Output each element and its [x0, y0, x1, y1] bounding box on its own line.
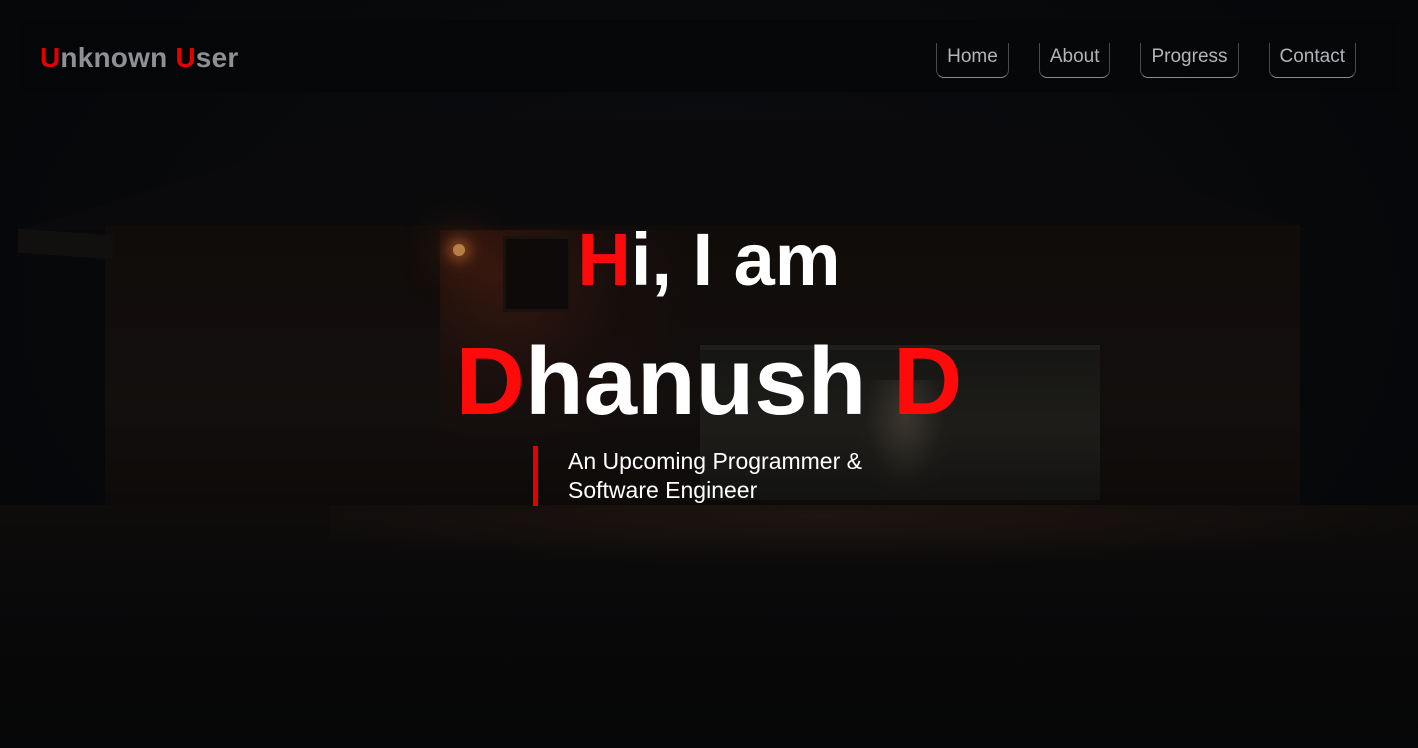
navbar: Unknown User Home About Progress Contact: [20, 20, 1398, 92]
name-last-initial: D: [893, 328, 963, 435]
nav-link-progress[interactable]: Progress: [1140, 43, 1239, 78]
hero-tagline: An Upcoming Programmer & Software Engine…: [568, 447, 908, 505]
name-first-initial: D: [455, 328, 525, 435]
brand-word-second: ser: [195, 42, 239, 73]
hero-greeting: Hi, I am: [0, 218, 1418, 302]
tagline-line-1: An Upcoming Programmer &: [568, 448, 862, 474]
greeting-rest: i, I am: [630, 218, 841, 301]
main-nav: Home About Progress Contact: [936, 43, 1356, 78]
greeting-initial: H: [577, 218, 631, 301]
brand-initial-second: U: [175, 42, 196, 73]
name-first-rest: hanush: [524, 328, 867, 435]
tagline-accent-bar: [533, 446, 538, 506]
hero-name: Dhanush D: [0, 330, 1418, 434]
nav-link-home[interactable]: Home: [936, 43, 1009, 78]
nav-link-contact[interactable]: Contact: [1268, 43, 1356, 78]
brand-logo[interactable]: Unknown User: [40, 41, 238, 75]
brand-word-first: nknown: [60, 42, 168, 73]
nav-link-about[interactable]: About: [1038, 43, 1111, 78]
brand-initial-first: U: [40, 42, 61, 73]
tagline-line-2: Software Engineer: [568, 477, 758, 503]
